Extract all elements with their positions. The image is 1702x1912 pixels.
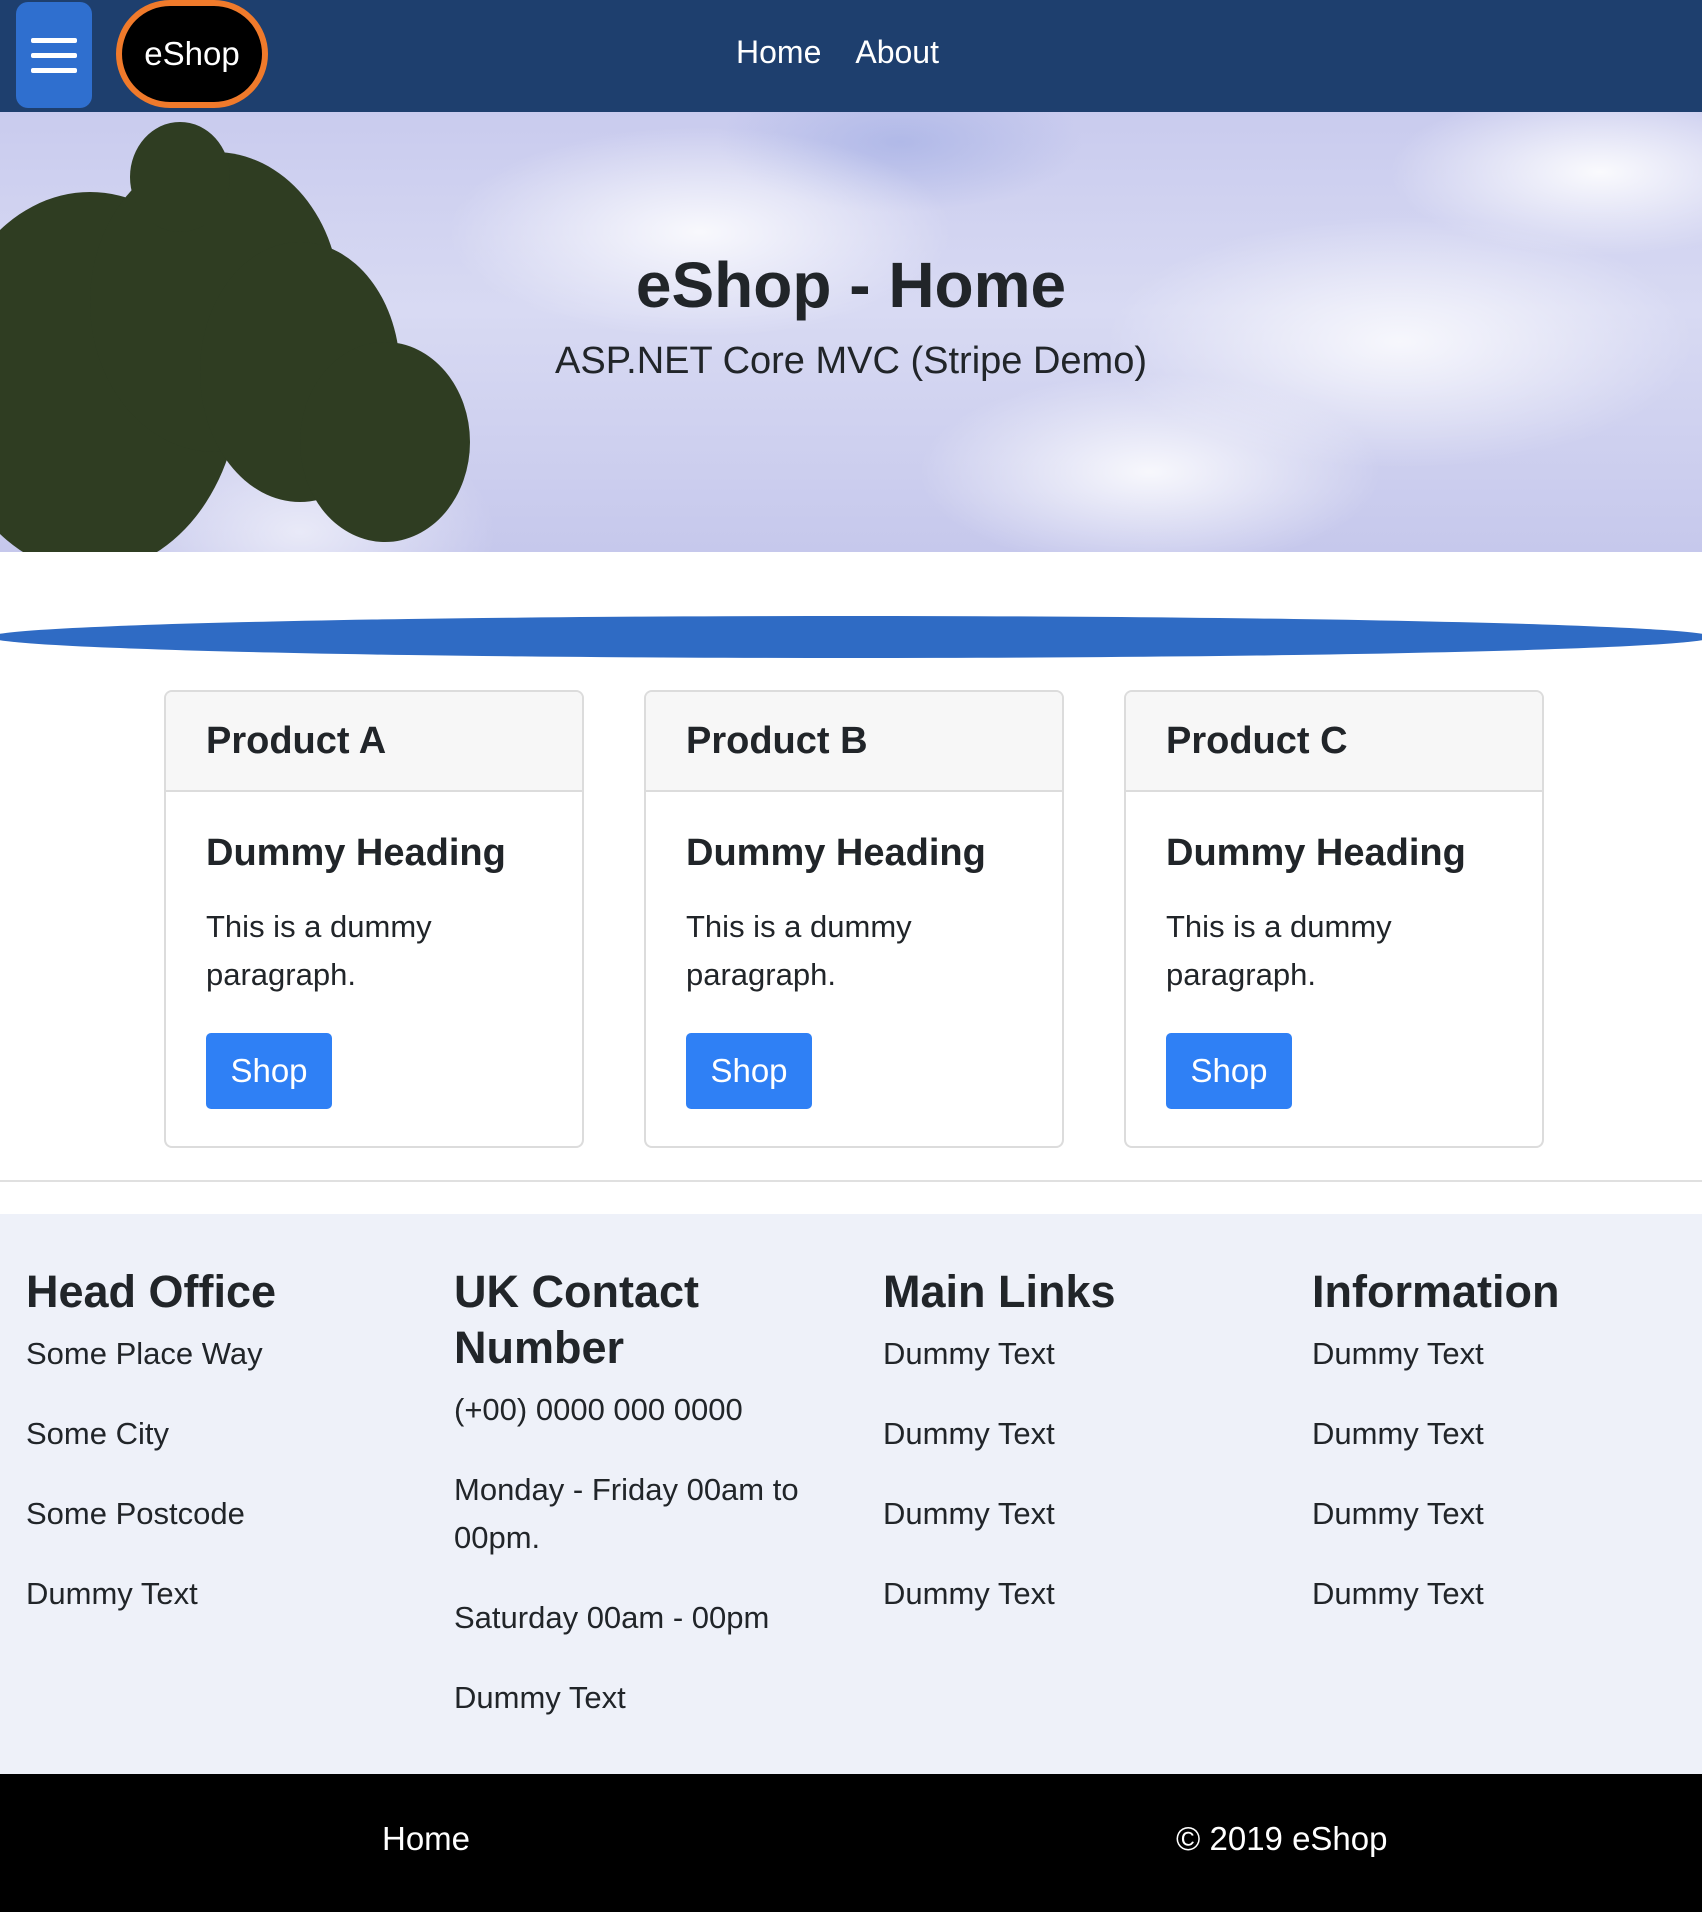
hamburger-icon-bar (31, 52, 77, 58)
product-card-heading: Dummy Heading (206, 832, 506, 874)
hero-title: eShop - Home (635, 249, 1067, 321)
nav-link-about[interactable]: About (855, 34, 939, 71)
brand-logo-link[interactable]: eShop (116, 0, 268, 108)
shop-button-product-c[interactable]: Shop (1166, 1033, 1292, 1109)
hero-banner: eShop - Home ASP.NET Core MVC (Stripe De… (0, 112, 1702, 552)
footer-link[interactable]: Dummy Text (1312, 1410, 1702, 1458)
shop-button-product-b[interactable]: Shop (686, 1033, 812, 1109)
footer-heading: Information (1312, 1266, 1560, 1317)
product-card-title: Product C (1126, 692, 1542, 792)
hero-subtitle: ASP.NET Core MVC (Stripe Demo) (555, 340, 1147, 382)
footer-col-contact: UK Contact Number (+00) 0000 000 0000 Mo… (454, 1264, 834, 1754)
product-card-text: This is a dummy paragraph. (206, 909, 432, 992)
section-divider (0, 1180, 1702, 1182)
product-card-title: Product B (646, 692, 1062, 792)
footer-phone: (+00) 0000 000 0000 (454, 1392, 743, 1427)
product-card-heading: Dummy Heading (1166, 832, 1466, 874)
product-card-heading: Dummy Heading (686, 832, 986, 874)
decorative-divider (0, 616, 1702, 658)
bottom-home-link[interactable]: Home (382, 1820, 470, 1858)
info-footer: Head Office Some Place Way Some City Som… (0, 1214, 1702, 1774)
footer-text: Monday - Friday 00am to 00pm. (454, 1472, 799, 1555)
footer-link[interactable]: Dummy Text (1312, 1330, 1702, 1378)
product-card-title: Product A (166, 692, 582, 792)
footer-text: Some City (26, 1416, 169, 1451)
footer-col-head-office: Head Office Some Place Way Some City Som… (26, 1264, 426, 1650)
navbar: eShop Home About (0, 0, 1702, 112)
footer-link[interactable]: Dummy Text (883, 1410, 1283, 1458)
footer-heading: Head Office (26, 1266, 277, 1317)
product-card-text: This is a dummy paragraph. (1166, 909, 1392, 992)
footer-link[interactable]: Dummy Text (883, 1330, 1283, 1378)
footer-text: Dummy Text (454, 1680, 626, 1715)
hamburger-menu-button[interactable] (16, 2, 92, 108)
footer-link[interactable]: Dummy Text (1312, 1570, 1702, 1618)
product-card-b: Product B Dummy Heading This is a dummy … (644, 690, 1064, 1148)
footer-text: Some Postcode (26, 1496, 245, 1531)
footer-text: Some Place Way (26, 1336, 263, 1371)
copyright-text: © 2019 eShop (1176, 1820, 1388, 1857)
product-card-c: Product C Dummy Heading This is a dummy … (1124, 690, 1544, 1148)
nav-links: Home About (736, 34, 939, 71)
product-card-text: This is a dummy paragraph. (686, 909, 912, 992)
footer-link[interactable]: Dummy Text (1312, 1490, 1702, 1538)
footer-col-information: Information Dummy Text Dummy Text Dummy … (1312, 1264, 1702, 1650)
nav-link-home[interactable]: Home (736, 34, 821, 71)
footer-heading: Main Links (883, 1266, 1116, 1317)
footer-link[interactable]: Dummy Text (883, 1490, 1283, 1538)
hamburger-icon (31, 37, 77, 43)
footer-text: Saturday 00am - 00pm (454, 1600, 770, 1635)
footer-link[interactable]: Dummy Text (883, 1570, 1283, 1618)
hamburger-icon-bar (31, 67, 77, 73)
product-card-a: Product A Dummy Heading This is a dummy … (164, 690, 584, 1148)
footer-text: Dummy Text (26, 1576, 198, 1611)
footer-col-main-links: Main Links Dummy Text Dummy Text Dummy T… (883, 1264, 1283, 1650)
shop-button-product-a[interactable]: Shop (206, 1033, 332, 1109)
footer-heading: UK Contact Number (454, 1266, 699, 1373)
bottom-bar: Home © 2019 eShop (0, 1774, 1702, 1912)
